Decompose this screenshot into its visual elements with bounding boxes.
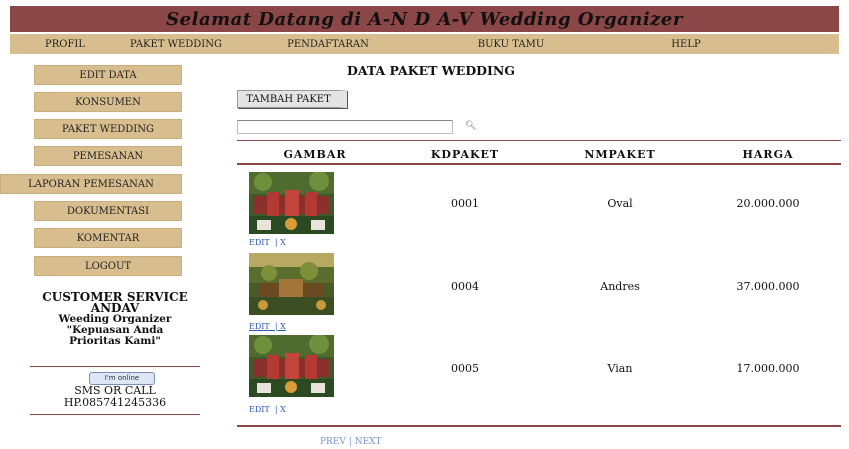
sidebar-item-logout[interactable]: LOGOUT xyxy=(34,256,182,276)
sidebar-divider-bottom xyxy=(30,414,200,415)
phone-number: HP.085741245336 xyxy=(63,396,167,409)
cell-nmpaket: Oval xyxy=(607,197,633,210)
nav-item-buku-tamu[interactable]: BUKU TAMU xyxy=(424,39,598,50)
site-banner: Selamat Datang di A-N D A-V Wedding Orga… xyxy=(10,6,839,32)
search-input[interactable] xyxy=(237,120,453,134)
next-link[interactable]: NEXT xyxy=(355,437,382,447)
delete-link[interactable]: X xyxy=(280,322,286,331)
package-image xyxy=(249,335,334,397)
package-image xyxy=(249,172,334,234)
sidebar-item-edit-data[interactable]: EDIT DATA xyxy=(34,65,182,85)
cell-kdpaket: 0005 xyxy=(451,362,479,375)
cell-kdpaket: 0001 xyxy=(451,197,479,210)
column-header-gambar: GAMBAR xyxy=(283,148,347,161)
table-row: 0004 Andres 37.000.000 EDIT | X xyxy=(237,253,841,333)
sidebar-item-pemesanan[interactable]: PEMESANAN xyxy=(34,146,182,166)
delete-link[interactable]: X xyxy=(280,238,286,247)
search-icon[interactable]: 🔍︎ xyxy=(465,121,476,131)
add-package-button[interactable]: TAMBAH PAKET xyxy=(237,90,347,108)
nav-item-profil[interactable]: PROFIL xyxy=(10,39,120,50)
nav-item-pendaftaran[interactable]: PENDAFTARAN xyxy=(232,39,424,50)
cell-kdpaket: 0004 xyxy=(451,280,479,293)
row-actions: EDIT | X xyxy=(249,238,286,247)
sidebar-item-laporan-pemesanan[interactable]: LAPORAN PEMESANAN xyxy=(0,174,182,194)
table-header-rule xyxy=(237,163,841,165)
row-actions: EDIT | X xyxy=(249,322,286,331)
edit-link[interactable]: EDIT xyxy=(249,238,270,247)
edit-link[interactable]: EDIT xyxy=(249,405,270,414)
column-header-kdpaket: KDPAKET xyxy=(430,148,500,161)
table-row: 0005 Vian 17.000.000 EDIT | X xyxy=(237,335,841,415)
sidebar-item-dokumentasi[interactable]: DOKUMENTASI xyxy=(34,201,182,221)
table-row: 0001 Oval 20.000.000 EDIT | X xyxy=(237,172,841,252)
cell-harga: 20.000.000 xyxy=(736,197,800,210)
pagination: PREV | NEXT xyxy=(320,437,382,447)
nav-item-help[interactable]: HELP xyxy=(598,39,774,50)
cell-nmpaket: Andres xyxy=(600,280,640,293)
nav-item-paket-wedding[interactable]: PAKET WEDDING xyxy=(120,39,232,50)
cs-line3: Prioritas Kami" xyxy=(69,335,161,347)
table-top-rule xyxy=(237,140,841,141)
row-actions: EDIT | X xyxy=(249,405,286,414)
column-header-harga: HARGA xyxy=(742,148,794,161)
page-title: DATA PAKET WEDDING xyxy=(347,63,515,78)
table-bottom-rule xyxy=(237,425,841,427)
customer-service-block: CUSTOMER SERVICE ANDAV Weeding Organizer… xyxy=(30,291,200,347)
sidebar-item-konsumen[interactable]: KONSUMEN xyxy=(34,92,182,112)
banner-title: Selamat Datang di A-N D A-V Wedding Orga… xyxy=(166,8,683,30)
sidebar-divider xyxy=(30,366,200,367)
top-nav: PROFIL PAKET WEDDING PENDAFTARAN BUKU TA… xyxy=(10,34,839,54)
package-image xyxy=(249,253,334,315)
column-header-nmpaket: NMPAKET xyxy=(584,148,656,161)
delete-link[interactable]: X xyxy=(280,405,286,414)
edit-link[interactable]: EDIT xyxy=(249,322,270,331)
cell-nmpaket: Vian xyxy=(607,362,633,375)
cell-harga: 17.000.000 xyxy=(736,362,800,375)
cell-harga: 37.000.000 xyxy=(736,280,800,293)
pager-separator: | xyxy=(348,437,352,447)
sidebar-item-komentar[interactable]: KOMENTAR xyxy=(34,228,182,248)
prev-link[interactable]: PREV xyxy=(320,437,346,447)
sidebar-item-paket-wedding[interactable]: PAKET WEDDING xyxy=(34,119,182,139)
contact-block: SMS OR CALL HP.085741245336 xyxy=(30,385,200,409)
